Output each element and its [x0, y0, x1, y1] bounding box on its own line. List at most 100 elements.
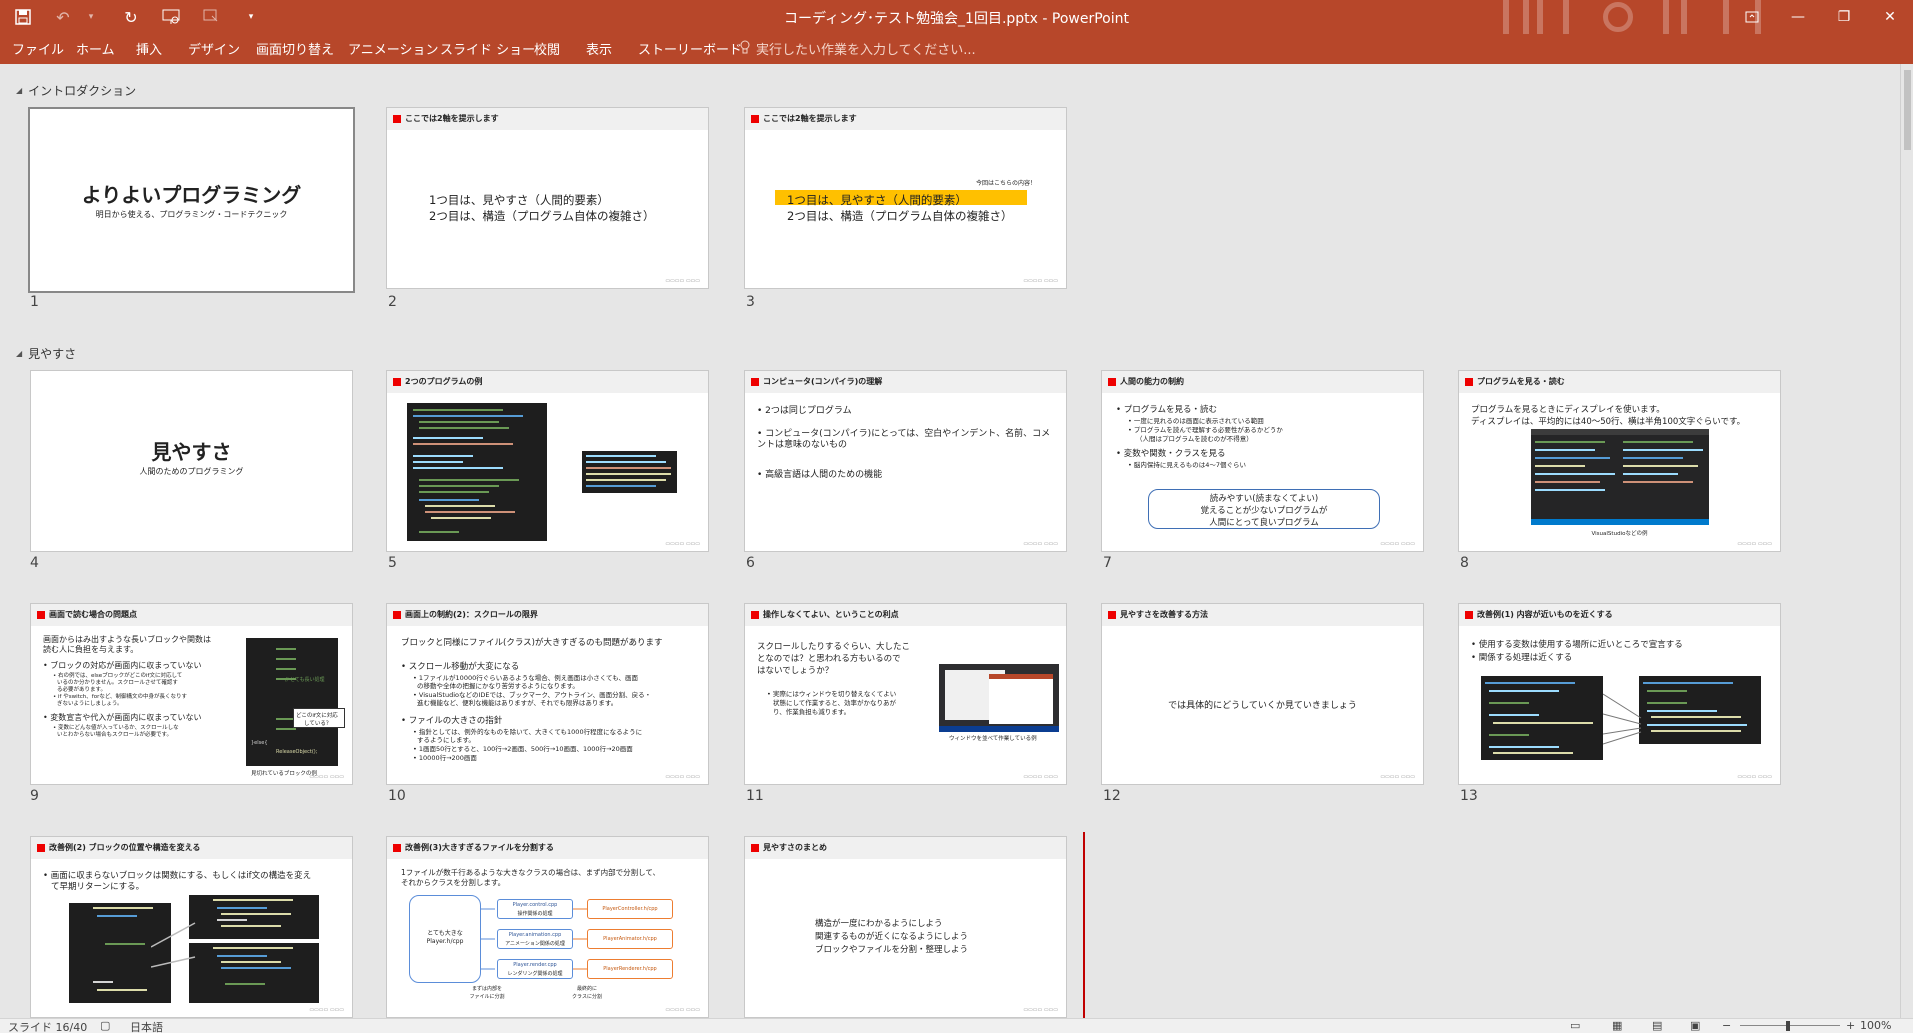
- slide-thumbnail-10[interactable]: 画面上の制約(2)：スクロールの限界 ブロックと同様にファイル(クラス)が大きす…: [386, 603, 709, 785]
- bullet: • ブロックの対応が画面内に収まっていない: [43, 661, 202, 670]
- code-line: }else{: [251, 740, 268, 746]
- tab-view[interactable]: 表示: [586, 39, 612, 58]
- section-header-readability[interactable]: ◢ 見やすさ: [16, 345, 76, 362]
- tab-review[interactable]: 校閲: [534, 39, 560, 58]
- insertion-marker: [1083, 832, 1085, 1018]
- collapse-triangle-icon[interactable]: ◢: [16, 349, 22, 358]
- tab-home[interactable]: ホーム: [76, 39, 115, 58]
- slide-thumbnail-2[interactable]: ここでは2軸を提示します 1つ目は、見やすさ（人間的要素） 2つ目は、構造（プロ…: [386, 107, 709, 289]
- slide-sorter-view-icon[interactable]: ▦: [1612, 1019, 1622, 1032]
- slide-header: 改善例(2) ブロックの位置や構造を変える: [31, 837, 352, 859]
- slide-thumbnail-7[interactable]: 人間の能力の制約 • プログラムを見る・読む • 一度に見れるのは画面に表示され…: [1101, 370, 1424, 552]
- slide-header: 人間の能力の制約: [1102, 371, 1423, 393]
- slide-number: 3: [746, 294, 755, 310]
- slide-header: 改善例(1) 内容が近いものを近くする: [1459, 604, 1780, 626]
- status-bar: スライド 16/40 ▢ 日本語 ▭ ▦ ▤ ▣ − + 100%: [0, 1018, 1913, 1033]
- reading-view-icon[interactable]: ▤: [1652, 1019, 1662, 1032]
- slide-thumbnail-8[interactable]: プログラムを見る・読む プログラムを見るときにディスプレイを使います。 ディスプ…: [1458, 370, 1781, 552]
- bullet: • 高級言語は人間のための機能: [757, 470, 883, 480]
- slide-thumbnail-16[interactable]: 見やすさのまとめ 構造が一度にわかるようにしよう 関連するものが近くになるように…: [744, 836, 1067, 1018]
- slide-thumbnail-6[interactable]: コンピュータ(コンパイラ)の理解 • 2つは同じプログラム • コンピュータ(コ…: [744, 370, 1067, 552]
- slide-header: 見やすさのまとめ: [745, 837, 1066, 859]
- slide-text: となのでは？と思われる方もいるので: [757, 654, 901, 664]
- slide-thumbnail-15[interactable]: 改善例(3)大きすぎるファイルを分割する 1ファイルが数千行あるような大きなクラ…: [386, 836, 709, 1018]
- slide-header: プログラムを見る・読む: [1459, 371, 1780, 393]
- slide-thumbnail-1[interactable]: よりよいプログラミング 明日から使える、プログラミング・コードテクニック: [28, 107, 355, 293]
- tab-transitions[interactable]: 画面切り替え: [256, 39, 334, 58]
- code-screenshot: [246, 638, 338, 766]
- tab-insert[interactable]: 挿入: [136, 39, 162, 58]
- vertical-scrollbar[interactable]: [1900, 64, 1913, 1018]
- slide-thumbnail-3[interactable]: ここでは2軸を提示します 今回はこちらの内容！ 1つ目は、見やすさ（人間的要素）…: [744, 107, 1067, 289]
- section-header-intro[interactable]: ◢ イントロダクション: [16, 82, 136, 99]
- slide-sorter[interactable]: ◢ イントロダクション よりよいプログラミング 明日から使える、プログラミング・…: [0, 64, 1900, 1018]
- spellcheck-icon[interactable]: ▢: [100, 1019, 110, 1032]
- red-marker: [393, 115, 401, 123]
- red-marker: [751, 378, 759, 386]
- box-text: 読みやすい(読まなくてよい): [1209, 494, 1319, 504]
- slide-footer: ▭▭▭▭ ▭▭▭: [1737, 774, 1772, 780]
- slide-footer: ▭▭▭▭ ▭▭▭: [665, 541, 700, 547]
- restore-icon[interactable]: ❐: [1821, 0, 1867, 34]
- zoom-slider[interactable]: [1740, 1025, 1840, 1026]
- collapse-triangle-icon[interactable]: ◢: [16, 86, 22, 95]
- step-caption: クラスに分割: [572, 994, 602, 1000]
- tell-me-box[interactable]: 実行したい作業を入力してください...: [740, 39, 976, 58]
- ribbon-display-options-icon[interactable]: [1729, 0, 1775, 34]
- tell-me-placeholder: 実行したい作業を入力してください...: [756, 43, 976, 58]
- zoom-out-icon[interactable]: −: [1722, 1019, 1731, 1032]
- tab-storyboard[interactable]: ストーリーボード: [638, 39, 742, 58]
- zoom-level[interactable]: 100%: [1860, 1019, 1891, 1032]
- slide-footer: ▭▭▭▭ ▭▭▭: [1023, 774, 1058, 780]
- slide-indicator: スライド 16/40: [8, 1021, 88, 1033]
- language-indicator[interactable]: 日本語: [130, 1019, 163, 1033]
- image-caption: VisualStudioなどの例: [1591, 531, 1648, 537]
- step-caption: まずは内部を: [471, 986, 502, 992]
- slide-text: では具体的にどうしていくか見ていきましょう: [1168, 701, 1357, 711]
- slide-number: 2: [388, 294, 397, 310]
- minimize-icon[interactable]: —: [1775, 0, 1821, 34]
- slide-text: はないでしょうか？: [757, 666, 834, 676]
- slide-thumbnail-14[interactable]: 改善例(2) ブロックの位置や構造を変える • 画面に収まらないブロックは関数に…: [30, 836, 353, 1018]
- slide-header: 画面で読む場合の問題点: [31, 604, 352, 626]
- red-marker: [1465, 611, 1473, 619]
- slide-number: 4: [30, 555, 39, 571]
- box-text: とても大きな: [427, 930, 463, 937]
- slideshow-view-icon[interactable]: ▣: [1690, 1019, 1700, 1032]
- slide-header: 操作しなくてよい、ということの利点: [745, 604, 1066, 626]
- zoom-in-icon[interactable]: +: [1846, 1019, 1855, 1032]
- red-marker: [1108, 378, 1116, 386]
- red-marker: [1108, 611, 1116, 619]
- slide-thumbnail-13[interactable]: 改善例(1) 内容が近いものを近くする • 使用する変数は使用する場所に近いとこ…: [1458, 603, 1781, 785]
- tab-design[interactable]: デザイン: [188, 39, 240, 58]
- red-marker: [751, 611, 759, 619]
- slide-footer: ▭▭▭▭ ▭▭▭: [1380, 774, 1415, 780]
- red-marker: [393, 844, 401, 852]
- tab-file[interactable]: ファイル: [12, 39, 64, 58]
- slide-header: 改善例(3)大きすぎるファイルを分割する: [387, 837, 708, 859]
- normal-view-icon[interactable]: ▭: [1570, 1019, 1580, 1032]
- code-after-2: [189, 943, 319, 1003]
- box-text: 覚えることが少ないプログラムが: [1200, 506, 1328, 516]
- close-icon[interactable]: ✕: [1867, 0, 1913, 34]
- slide-thumbnail-11[interactable]: 操作しなくてよい、ということの利点 スクロールしたりするぐらい、大したこ となの…: [744, 603, 1067, 785]
- tab-slideshow[interactable]: スライド ショー: [440, 39, 535, 58]
- slide-footer: ▭▭▭▭ ▭▭▭: [1380, 541, 1415, 547]
- slide-number: 13: [1460, 788, 1478, 804]
- code-before: [1481, 676, 1603, 760]
- slide-thumbnail-9[interactable]: 画面で読む場合の問題点 画面からはみ出すような長いブロックや関数は 読む人に負担…: [30, 603, 353, 785]
- slide-thumbnail-12[interactable]: 見やすさを改善する方法 では具体的にどうしていくか見ていきましょう ▭▭▭▭ ▭…: [1101, 603, 1424, 785]
- callout-text: どこのif文に対応: [296, 713, 338, 719]
- window-controls: — ❐ ✕: [1729, 0, 1913, 34]
- tab-animations[interactable]: アニメーション: [348, 39, 438, 58]
- bullet: • 変数や関数・クラスを見る: [1116, 449, 1226, 459]
- image-caption: 見切れているブロックの例: [251, 771, 317, 777]
- slide-thumbnail-5[interactable]: 2つのプログラムの例 ▭▭▭▭ ▭▭▭: [386, 370, 709, 552]
- red-marker: [393, 611, 401, 619]
- scrollbar-thumb[interactable]: [1904, 70, 1911, 150]
- slide-thumbnail-4[interactable]: 見やすさ 人間のためのプログラミング: [30, 370, 353, 552]
- bullet: • 使用する変数は使用する場所に近いところで宣言する: [1471, 640, 1683, 650]
- zoom-slider-thumb[interactable]: [1786, 1021, 1790, 1031]
- code-screenshot: [407, 403, 547, 541]
- red-marker: [37, 611, 45, 619]
